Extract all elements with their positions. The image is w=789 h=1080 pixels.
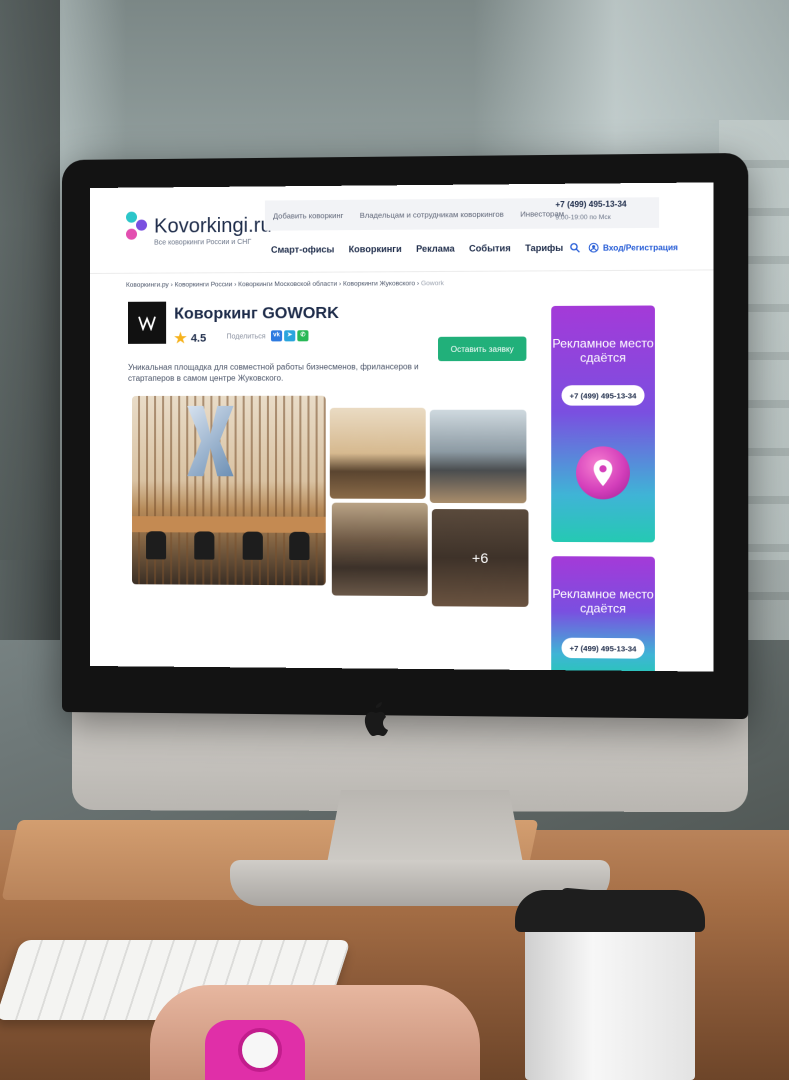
- gallery-photo[interactable]: [329, 407, 426, 499]
- apple-logo-icon: [364, 702, 388, 736]
- user-icon: [588, 243, 598, 253]
- star-icon: ★: [174, 329, 187, 346]
- nav-item-smart-offices[interactable]: Смарт-офисы: [271, 244, 334, 254]
- page-title: Коворкинг GOWORK: [174, 304, 339, 323]
- top-link-owners[interactable]: Владельцам и сотрудникам коворкингов: [360, 209, 504, 219]
- top-link-add-coworking[interactable]: Добавить коворкинг: [273, 210, 343, 220]
- website-screen: Kovorkingi.ru Все коворкинги России и СН…: [90, 182, 714, 672]
- gallery-more-photos[interactable]: +6: [431, 509, 529, 607]
- telegram-share-icon[interactable]: ➤: [284, 330, 296, 342]
- gallery-wall-sign: [187, 406, 233, 476]
- gallery-chair: [194, 531, 215, 560]
- submit-request-button[interactable]: Оставить заявку: [438, 336, 527, 362]
- logo-subtitle: Все коворкинги России и СНГ: [154, 238, 252, 247]
- share-label: Поделиться: [226, 333, 266, 341]
- coffee-cup-lid: [515, 890, 705, 932]
- gallery-photo[interactable]: [429, 409, 527, 504]
- rating-value: 4.5: [190, 332, 207, 345]
- gallery-more-count: +6: [471, 549, 489, 567]
- background-pillar: [0, 0, 60, 640]
- contact-box: +7 (499) 495-13-34 9:00-19:00 по Мск: [555, 195, 659, 230]
- logo-mark-icon: [125, 211, 148, 242]
- main-nav: Смарт-офисы Коворкинги Реклама События Т…: [271, 243, 578, 255]
- gallery-chair: [289, 531, 310, 561]
- breadcrumb-path[interactable]: Коворкинги.ру › Коворкинги России › Ково…: [126, 280, 419, 289]
- search-icon[interactable]: [570, 243, 580, 253]
- ad-phone-button[interactable]: +7 (499) 495-13-34: [561, 385, 645, 406]
- ad-phone-button[interactable]: +7 (499) 495-13-34: [561, 637, 645, 659]
- ad-banner[interactable]: Рекламное место сдаётся +7 (499) 495-13-…: [551, 556, 655, 672]
- ad-banner[interactable]: Рекламное место сдаётся +7 (499) 495-13-…: [551, 305, 655, 543]
- header-hours: 9:00-19:00 по Мск: [555, 213, 611, 222]
- gallery-photo[interactable]: [331, 502, 428, 597]
- hand: [150, 985, 480, 1080]
- nav-item-coworkings[interactable]: Коворкинги: [349, 244, 402, 254]
- site-header: Kovorkingi.ru Все коворкинги России и СН…: [90, 182, 714, 274]
- nav-item-pricing[interactable]: Тарифы: [525, 243, 563, 253]
- site-logo[interactable]: Kovorkingi.ru: [125, 211, 272, 242]
- listing-description: Уникальная площадка для совместной работ…: [128, 362, 419, 383]
- login-label: Вход/Регистрация: [602, 242, 678, 253]
- header-phone[interactable]: +7 (499) 495-13-34: [555, 199, 659, 210]
- nav-item-ads[interactable]: Реклама: [416, 244, 455, 254]
- gallery-chair: [146, 531, 167, 560]
- gallery-chair: [242, 531, 263, 560]
- location-pin-icon: [576, 446, 630, 500]
- watch-face-icon: [238, 1028, 282, 1072]
- ad-title: Рекламное место сдаётся: [552, 336, 654, 365]
- login-link[interactable]: Вход/Регистрация: [588, 242, 678, 253]
- gowork-logo-icon: [128, 301, 167, 344]
- vk-share-icon[interactable]: vk: [270, 330, 283, 342]
- breadcrumb-current: Gowork: [420, 280, 444, 288]
- rating: ★ 4.5: [174, 330, 206, 347]
- breadcrumb: Коворкинги.ру › Коворкинги России › Ково…: [126, 280, 444, 289]
- whatsapp-share-icon[interactable]: ✆: [297, 330, 309, 342]
- ad-title: Рекламное место сдаётся: [552, 586, 654, 616]
- gallery-main-photo[interactable]: [132, 395, 326, 586]
- nav-item-events[interactable]: События: [469, 243, 511, 253]
- logo-title: Kovorkingi.ru: [154, 214, 272, 238]
